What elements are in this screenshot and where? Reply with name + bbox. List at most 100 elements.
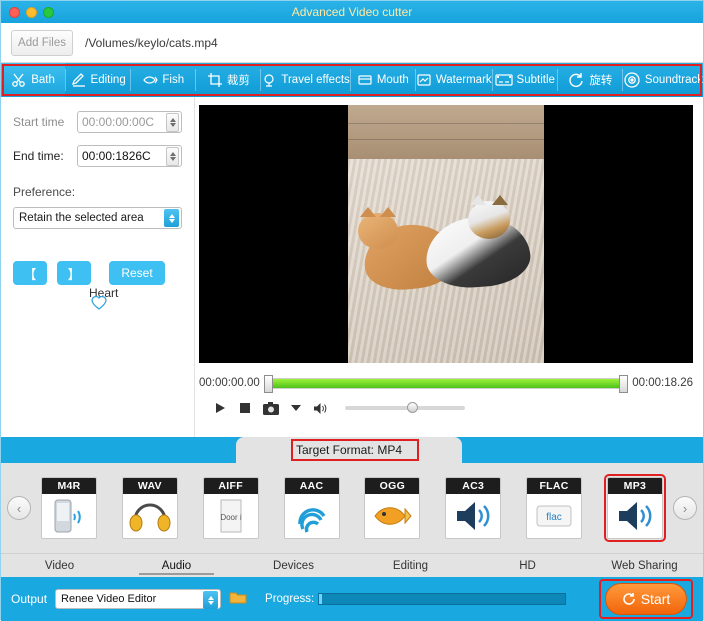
progress-bar xyxy=(318,593,567,605)
floor-background xyxy=(348,105,544,159)
chevron-down-icon[interactable] xyxy=(291,404,301,412)
tab-watermark-label: Watermark xyxy=(435,74,492,86)
svg-text:Door i: Door i xyxy=(220,513,242,522)
edit-icon xyxy=(71,72,87,88)
tab-mouth-label: Mouth xyxy=(376,74,409,86)
tab-editing[interactable]: Editing xyxy=(66,63,130,97)
volume-slider[interactable] xyxy=(345,402,465,413)
scissors-icon xyxy=(11,72,27,88)
start-button-highlight xyxy=(599,579,693,619)
tool-tabs: Bath Editing Fish 裁剪 Travel effects Mout… xyxy=(1,63,703,97)
format-item-wav[interactable]: WAV xyxy=(121,477,178,539)
tab-devices[interactable]: Devices xyxy=(235,554,352,577)
format-item-label: WAV xyxy=(122,478,177,494)
progress-fill xyxy=(319,594,322,604)
speaker-icon xyxy=(608,494,662,538)
format-item-m4r[interactable]: M4R xyxy=(41,477,97,539)
tab-editing-format[interactable]: Editing xyxy=(352,554,469,577)
video-frame xyxy=(348,105,544,363)
preference-value: Retain the selected area xyxy=(19,212,144,224)
total-time-label: 00:00:18.26 xyxy=(632,377,693,389)
chevron-updown-icon[interactable] xyxy=(203,591,219,609)
reset-button[interactable]: Reset xyxy=(109,261,165,285)
cat-orange-head xyxy=(358,207,398,249)
transport-controls xyxy=(199,401,693,415)
cat-calico-head xyxy=(468,195,510,239)
tab-crop[interactable]: 裁剪 xyxy=(196,63,260,97)
volume-icon[interactable] xyxy=(313,402,329,415)
preference-select[interactable]: Retain the selected area xyxy=(13,207,182,229)
target-format-bar: Target Format: MP4 xyxy=(1,437,703,463)
format-item-mp3[interactable]: MP3 xyxy=(603,474,666,542)
crop-icon xyxy=(207,72,223,88)
format-item-aac[interactable]: AAC xyxy=(283,477,340,539)
format-item-ac3[interactable]: AC3 xyxy=(445,477,502,539)
format-category-tabs: Video Audio Devices Editing HD Web Shari… xyxy=(1,553,703,577)
tab-watermark[interactable]: Watermark xyxy=(416,63,492,97)
mouth-icon xyxy=(357,72,373,88)
volume-knob[interactable] xyxy=(407,402,418,413)
tab-rotate-label: 旋转 xyxy=(589,75,613,87)
trim-start-handle[interactable] xyxy=(263,374,273,393)
stop-button[interactable] xyxy=(239,402,251,414)
target-format-label: Target Format: xyxy=(295,443,374,457)
add-files-button[interactable]: Add Files xyxy=(11,29,73,56)
door-icon: Door i xyxy=(204,494,258,538)
phone-icon xyxy=(42,494,96,538)
tab-hd[interactable]: HD xyxy=(469,554,586,577)
end-time-stepper[interactable] xyxy=(166,147,179,166)
tab-fish-label: Fish xyxy=(162,74,185,86)
tab-fish[interactable]: Fish xyxy=(131,63,195,97)
tab-subtitle[interactable]: Subtitle xyxy=(493,63,557,97)
tab-travel-effects-label: Travel effects xyxy=(281,74,350,86)
format-item-aiff[interactable]: AIFF Door i xyxy=(202,477,259,539)
tab-bath[interactable]: Bath xyxy=(1,63,66,97)
trim-end-handle[interactable] xyxy=(619,374,629,393)
file-bar: Add Files /Volumes/keylo/cats.mp4 xyxy=(1,23,703,63)
mark-out-button[interactable]: 】 xyxy=(57,261,91,285)
tab-web-sharing[interactable]: Web Sharing xyxy=(586,554,703,577)
video-preview[interactable] xyxy=(199,105,693,363)
main-area: Start time End time: Preference: Retain … xyxy=(1,97,703,437)
end-time-field[interactable] xyxy=(77,145,182,167)
format-item-ogg[interactable]: OGG xyxy=(364,477,421,539)
output-bar: Output Renee Video Editor Progress: Star… xyxy=(1,577,703,621)
mark-in-button[interactable]: 【 xyxy=(13,261,47,285)
soundtrack-icon xyxy=(623,71,641,89)
tab-travel-effects[interactable]: Travel effects xyxy=(261,63,350,97)
format-item-label: AIFF xyxy=(203,478,258,494)
tab-crop-label: 裁剪 xyxy=(226,75,250,87)
format-prev-button[interactable]: ‹ xyxy=(7,496,31,520)
start-time-field[interactable] xyxy=(77,111,182,133)
seek-fill xyxy=(264,378,628,388)
start-time-stepper[interactable] xyxy=(166,113,179,132)
tab-mouth[interactable]: Mouth xyxy=(351,63,415,97)
output-folder-select[interactable]: Renee Video Editor xyxy=(55,589,222,609)
output-label: Output xyxy=(11,592,48,606)
tab-video[interactable]: Video xyxy=(1,554,118,577)
snapshot-button[interactable] xyxy=(263,401,279,415)
target-format-tab[interactable]: Target Format: MP4 xyxy=(236,437,462,463)
tab-rotate[interactable]: 旋转 xyxy=(558,63,622,97)
preview-pane: 00:00:00.00 00:00:18.26 xyxy=(195,97,703,437)
cut-buttons-row: 【 】 Reset xyxy=(13,261,182,285)
tab-audio[interactable]: Audio xyxy=(118,554,235,577)
speaker-icon xyxy=(446,494,500,538)
window-title: Advanced Video cutter xyxy=(291,5,413,19)
format-item-label: M4R xyxy=(42,478,96,494)
seek-bar[interactable] xyxy=(263,374,629,393)
folder-icon[interactable] xyxy=(229,590,247,608)
effects-icon xyxy=(261,72,277,88)
format-next-button[interactable]: › xyxy=(673,496,697,520)
seek-row: 00:00:00.00 00:00:18.26 xyxy=(199,373,693,393)
tab-soundtrack[interactable]: Soundtrack xyxy=(623,63,703,97)
cut-settings-panel: Start time End time: Preference: Retain … xyxy=(1,97,195,437)
fish-icon xyxy=(365,494,419,538)
tab-editing-label: Editing xyxy=(90,74,126,86)
current-time-label: 00:00:00.00 xyxy=(199,377,260,389)
title-bar: Advanced Video cutter xyxy=(1,1,703,23)
format-item-flac[interactable]: FLAC flac xyxy=(526,477,583,539)
play-button[interactable] xyxy=(213,401,227,415)
chevron-updown-icon[interactable] xyxy=(164,209,179,227)
wave-icon xyxy=(285,494,339,538)
